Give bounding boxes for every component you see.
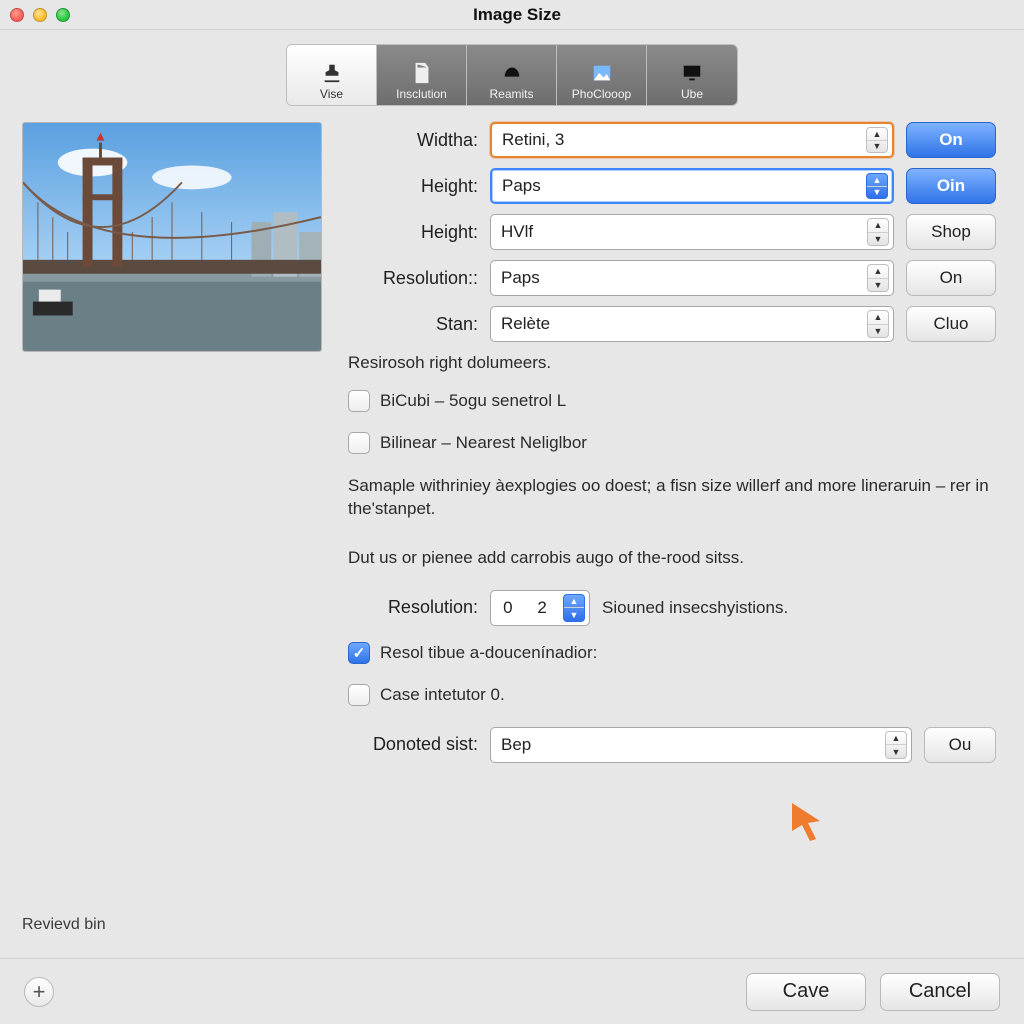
shop-button[interactable]: Shop: [906, 214, 996, 250]
tab-label: Insclution: [396, 87, 447, 101]
donated-combo[interactable]: Bep ▲▼: [490, 727, 912, 763]
image-size-dialog: Image Size Vise Insclution Reamits: [0, 0, 1024, 1024]
case-intetutor-checkbox[interactable]: [348, 684, 370, 706]
bicubic-checkbox[interactable]: [348, 390, 370, 412]
titlebar: Image Size: [0, 0, 1024, 30]
bicubic-label: BiCubi – 5ogu senetrol L: [380, 391, 566, 411]
tab-label: PhoClooop: [572, 87, 631, 101]
tab-label: Ube: [681, 87, 703, 101]
bilinear-checkbox[interactable]: [348, 432, 370, 454]
dialog-footer: + Cave Cancel: [0, 958, 1024, 1024]
case-intetutor-label: Case intetutor 0.: [380, 685, 505, 705]
combo-value: HVlf: [501, 222, 883, 242]
resolution-on-button[interactable]: On: [906, 260, 996, 296]
stepper-icon[interactable]: ▲▼: [866, 127, 888, 153]
photo-icon: [590, 62, 614, 84]
height-oin-button[interactable]: Oin: [906, 168, 996, 204]
window-title: Image Size: [70, 5, 964, 25]
tab-strip: Vise Insclution Reamits PhoClooop: [0, 30, 1024, 106]
close-window-button[interactable]: [10, 8, 24, 22]
number-value: 0 2: [503, 598, 557, 618]
stamp-icon: [320, 62, 344, 84]
image-preview: [22, 122, 322, 352]
donated-label: Donoted sist:: [348, 734, 478, 755]
minimize-window-button[interactable]: [33, 8, 47, 22]
description-text-1: Samaple withriniey àexplogies oo doest; …: [348, 475, 996, 521]
stepper-icon[interactable]: ▲▼: [867, 218, 889, 246]
cluo-button[interactable]: Cluo: [906, 306, 996, 342]
cancel-button[interactable]: Cancel: [880, 973, 1000, 1011]
save-button[interactable]: Cave: [746, 973, 866, 1011]
zoom-window-button[interactable]: [56, 8, 70, 22]
reviewed-bin-label: Revievd bin: [22, 916, 322, 948]
width-label: Widtha:: [348, 130, 478, 151]
bilinear-label: Bilinear – Nearest Neliglbor: [380, 433, 587, 453]
stan-combo[interactable]: Relète ▲▼: [490, 306, 894, 342]
stepper-icon[interactable]: ▲▼: [885, 731, 907, 759]
resolution-label: Resolution::: [348, 268, 478, 289]
tab-label: Vise: [320, 87, 343, 101]
stepper-icon[interactable]: ▲▼: [866, 173, 888, 199]
document-icon: [410, 62, 434, 84]
resol-tibue-checkbox[interactable]: [348, 642, 370, 664]
width-on-button[interactable]: On: [906, 122, 996, 158]
resolution-suffix: Siouned insecshyistions.: [602, 598, 788, 618]
tab-insclution[interactable]: Insclution: [377, 45, 467, 105]
stepper-icon[interactable]: ▲▼: [867, 310, 889, 338]
combo-value: Bep: [501, 735, 901, 755]
combo-value: Paps: [501, 268, 883, 288]
monitor-icon: [680, 62, 704, 84]
height2-label: Height:: [348, 222, 478, 243]
resolution2-label: Resolution:: [348, 597, 478, 618]
combo-value: Paps: [502, 176, 882, 196]
stepper-icon[interactable]: ▲▼: [867, 264, 889, 292]
width-combo[interactable]: Retini, 3 ▲▼: [490, 122, 894, 158]
stan-label: Stan:: [348, 314, 478, 335]
add-button[interactable]: +: [24, 977, 54, 1007]
resolution-combo[interactable]: Paps ▲▼: [490, 260, 894, 296]
height-label: Height:: [348, 176, 478, 197]
height-combo[interactable]: Paps ▲▼: [490, 168, 894, 204]
tab-label: Reamits: [489, 87, 533, 101]
combo-value: Retini, 3: [502, 130, 882, 150]
combo-value: Relète: [501, 314, 883, 334]
description-text-2: Dut us or pienee add carrobis augo of th…: [348, 547, 996, 570]
height2-combo[interactable]: HVlf ▲▼: [490, 214, 894, 250]
resolution-number-input[interactable]: 0 2 ▲▼: [490, 590, 590, 626]
resol-tibue-label: Resol tibue a-doucenínadior:: [380, 643, 597, 663]
stepper-icon[interactable]: ▲▼: [563, 594, 585, 622]
helmet-icon: [500, 62, 524, 84]
tab-phocloop[interactable]: PhoClooop: [557, 45, 647, 105]
tab-ube[interactable]: Ube: [647, 45, 737, 105]
tab-reamits[interactable]: Reamits: [467, 45, 557, 105]
tab-vise[interactable]: Vise: [287, 45, 377, 105]
window-controls: [10, 8, 70, 22]
hint-text: Resirosoh right dolumeers.: [348, 352, 996, 375]
ou-button[interactable]: Ou: [924, 727, 996, 763]
